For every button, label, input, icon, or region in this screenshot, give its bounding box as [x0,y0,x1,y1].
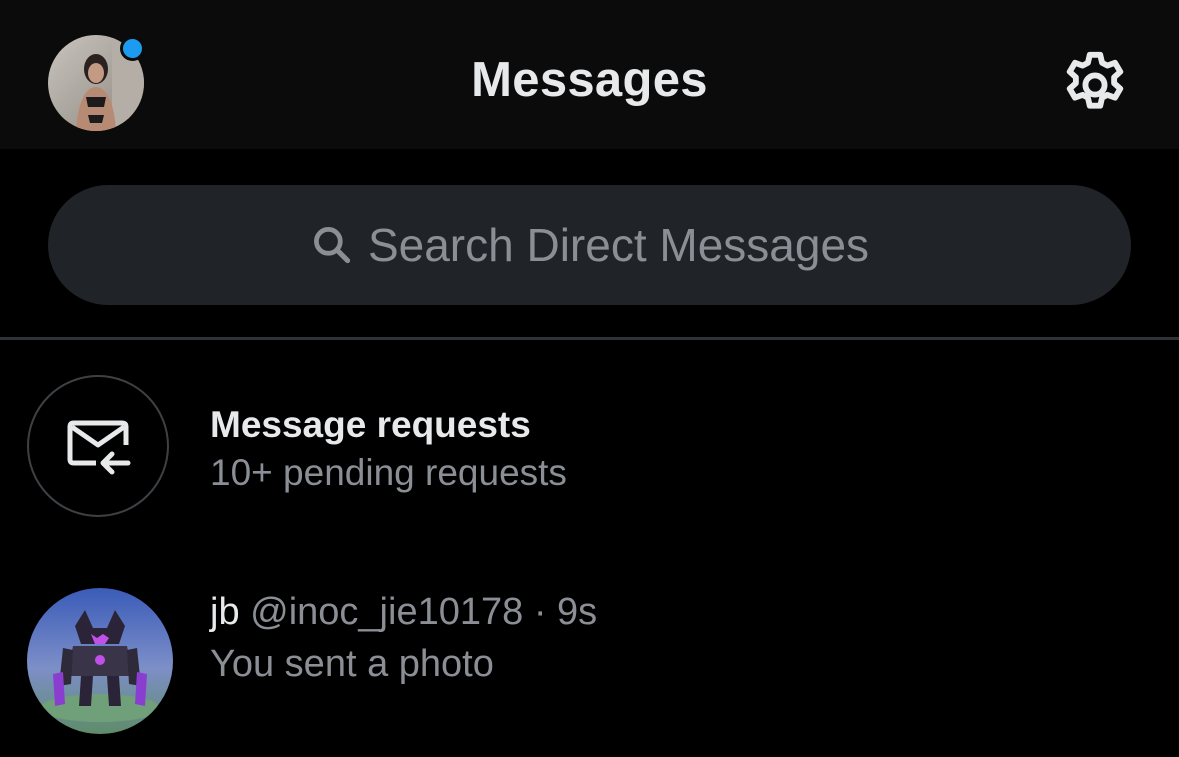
page-title: Messages [471,53,708,107]
message-requests-title: Message requests [210,404,531,445]
conversation-preview: You sent a photo [210,643,494,685]
message-requests-item[interactable]: Message requests 10+ pending requests [0,360,1179,540]
conversation-separator: · [533,591,547,633]
search-icon [313,227,351,264]
envelope-arrow-icon [67,420,131,475]
conversation-avatar[interactable] [27,588,173,734]
divider [0,337,1179,340]
top-header: Messages [0,0,1179,149]
conversation-timestamp: 9s [557,591,598,633]
conversation-handle: @inoc_jie10178 [250,591,524,633]
search-input[interactable]: Search Direct Messages [48,185,1131,305]
search-placeholder: Search Direct Messages [367,219,870,271]
conversation-item[interactable]: jb @inoc_jie10178 · 9s You sent a photo [0,575,1179,750]
gear-icon [1066,51,1124,109]
message-requests-subtitle: 10+ pending requests [210,452,567,493]
message-requests-icon-circle [27,375,169,517]
settings-button[interactable] [1058,48,1132,122]
conversation-name: jb [210,591,240,633]
conversation-header: jb @inoc_jie10178 · 9s [210,591,597,634]
